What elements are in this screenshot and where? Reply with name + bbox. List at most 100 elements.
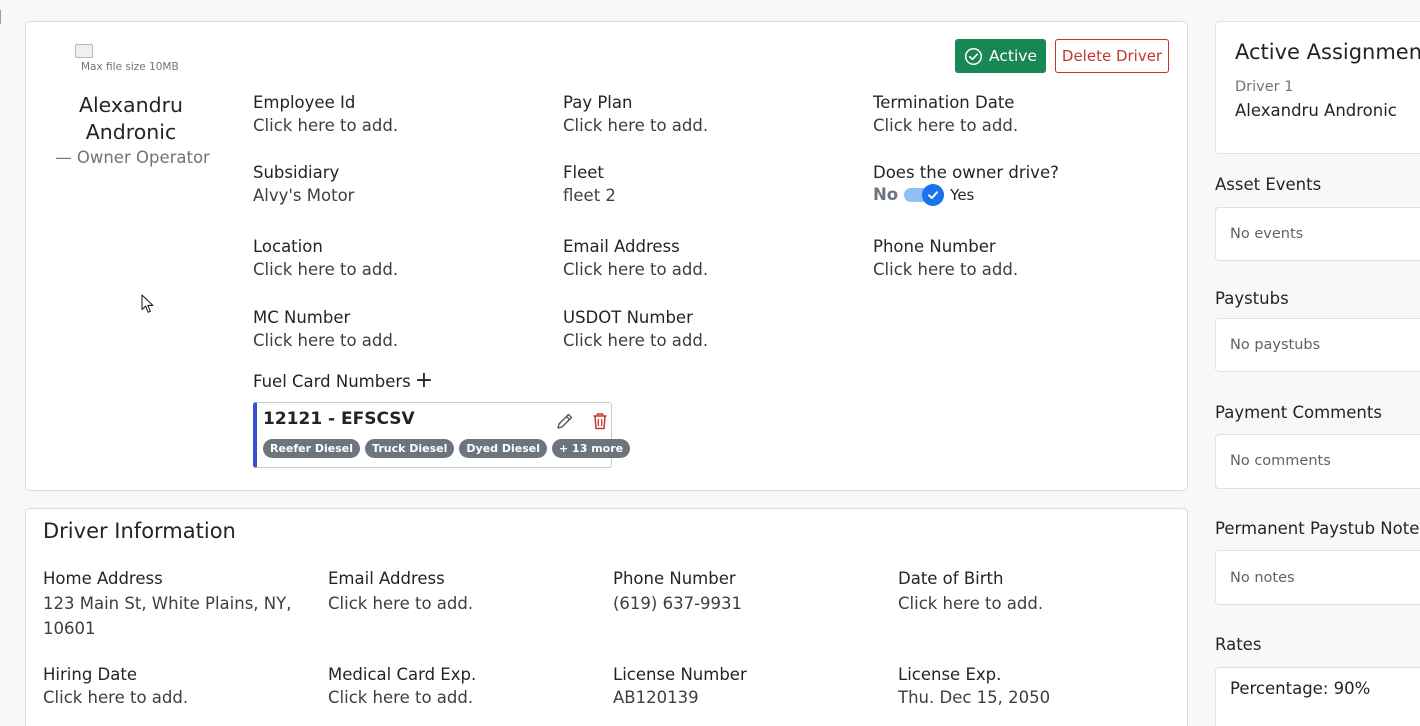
- mouse-pointer-icon: [141, 294, 154, 313]
- field-pay-plan: Pay Plan Click here to add.: [563, 91, 708, 137]
- owner-drive-toggle[interactable]: [904, 183, 945, 206]
- location-value[interactable]: Click here to add.: [253, 258, 398, 281]
- field-label: Medical Card Exp.: [328, 665, 477, 684]
- asset-events-card: No events: [1215, 207, 1420, 261]
- field-label: Location: [253, 237, 323, 256]
- field-label: USDOT Number: [563, 308, 693, 327]
- phone-value[interactable]: Click here to add.: [873, 258, 1018, 281]
- termination-date-value[interactable]: Click here to add.: [873, 114, 1018, 137]
- fuel-card-name: 12121 - EFSCSV: [263, 409, 415, 429]
- field-label: Date of Birth: [898, 569, 1004, 588]
- rates-title: Rates: [1215, 635, 1262, 654]
- field-label: MC Number: [253, 308, 351, 327]
- field-home-address: Home Address 123 Main St, White Plains, …: [43, 566, 291, 641]
- employee-id-value[interactable]: Click here to add.: [253, 114, 398, 137]
- home-address-value[interactable]: 123 Main St, White Plains, NY, 10601: [43, 591, 291, 641]
- medical-card-exp-value[interactable]: Click here to add.: [328, 686, 476, 709]
- rates-card: Percentage: 90%: [1215, 667, 1420, 726]
- owner-drive-toggle-row: No Yes: [873, 183, 975, 206]
- fuel-type-chips: Reefer Diesel Truck Diesel Dyed Diesel +…: [263, 439, 631, 458]
- active-assignments-title: Active Assignments: [1235, 40, 1420, 64]
- field-email: Email Address Click here to add.: [563, 235, 708, 281]
- field-employee-id: Employee Id Click here to add.: [253, 91, 398, 137]
- field-owner-drive: Does the owner drive?: [873, 161, 1059, 184]
- payment-comments-empty: No comments: [1230, 453, 1331, 469]
- date-of-birth-value[interactable]: Click here to add.: [898, 591, 1043, 616]
- field-driver-phone: Phone Number (619) 637-9931: [613, 566, 742, 616]
- driver-email-value[interactable]: Click here to add.: [328, 591, 473, 616]
- field-termination-date: Termination Date Click here to add.: [873, 91, 1018, 137]
- assignment-driver-name[interactable]: Alexandru Andronic: [1235, 101, 1397, 120]
- toggle-on-label: Yes: [950, 185, 975, 204]
- driver-first-name: Alexandru: [78, 93, 184, 117]
- field-label: Termination Date: [873, 93, 1015, 112]
- field-fleet: Fleet fleet 2: [563, 161, 616, 207]
- license-number-value[interactable]: AB120139: [613, 686, 747, 709]
- usdot-number-value[interactable]: Click here to add.: [563, 329, 708, 352]
- rate-percentage: Percentage: 90%: [1230, 679, 1370, 698]
- assignment-driver-label: Driver 1: [1235, 79, 1294, 95]
- field-label: Pay Plan: [563, 93, 633, 112]
- field-label: Email Address: [563, 237, 680, 256]
- asset-events-title: Asset Events: [1215, 175, 1322, 194]
- window-edge-marker: [0, 10, 1, 24]
- avatar[interactable]: Max file size 10MB: [75, 44, 195, 73]
- field-phone: Phone Number Click here to add.: [873, 235, 1018, 281]
- field-hiring-date: Hiring Date Click here to add.: [43, 663, 188, 709]
- payment-comments-card: No comments: [1215, 434, 1420, 489]
- driver-profile-card: Max file size 10MB Alexandru Andronic — …: [25, 21, 1188, 491]
- driver-last-name: Andronic: [85, 120, 177, 144]
- field-label: Home Address: [43, 569, 163, 588]
- add-fuel-card-icon[interactable]: +: [415, 370, 433, 392]
- field-label: Phone Number: [613, 569, 736, 588]
- fuel-chip: Reefer Diesel: [263, 439, 361, 458]
- mc-number-value[interactable]: Click here to add.: [253, 329, 398, 352]
- active-status-button[interactable]: Active: [955, 39, 1046, 73]
- field-label: Fleet: [563, 163, 604, 182]
- field-driver-email: Email Address Click here to add.: [328, 566, 473, 616]
- fuel-chip: Dyed Diesel: [459, 439, 548, 458]
- rate-percentage-label: Percentage:: [1230, 679, 1329, 698]
- license-exp-value[interactable]: Thu. Dec 15, 2050: [898, 686, 1050, 709]
- delete-driver-button[interactable]: Delete Driver: [1055, 39, 1169, 73]
- status-label: Active: [989, 47, 1037, 65]
- field-label: Employee Id: [253, 93, 356, 112]
- home-address-line1: 123 Main St, White Plains, NY,: [43, 594, 292, 613]
- active-assignments-card: Active Assignments Driver 1 Alexandru An…: [1215, 21, 1420, 154]
- pay-plan-value[interactable]: Click here to add.: [563, 114, 708, 137]
- check-icon: [928, 190, 939, 199]
- trash-icon[interactable]: [590, 411, 610, 431]
- paystubs-empty: No paystubs: [1230, 337, 1321, 353]
- fuel-chip: Truck Diesel: [365, 439, 455, 458]
- hiring-date-value[interactable]: Click here to add.: [43, 686, 188, 709]
- paystubs-title: Paystubs: [1215, 289, 1289, 308]
- field-usdot-number: USDOT Number Click here to add.: [563, 306, 708, 352]
- driver-information-card: Driver Information Home Address 123 Main…: [25, 508, 1188, 726]
- permanent-paystub-notes-title: Permanent Paystub Notes: [1215, 519, 1420, 538]
- field-label: Hiring Date: [43, 665, 137, 684]
- field-label: Email Address: [328, 569, 445, 588]
- fleet-value[interactable]: fleet 2: [563, 184, 616, 207]
- avatar-max-size-text: Max file size 10MB: [81, 61, 179, 73]
- edit-pencil-icon[interactable]: [555, 411, 575, 431]
- fuel-card-item[interactable]: 12121 - EFSCSV Reefer Diesel Truck Diese…: [253, 402, 631, 468]
- paystub-notes-empty: No notes: [1230, 570, 1295, 586]
- section-title: Driver Information: [43, 519, 236, 543]
- asset-events-empty: No events: [1230, 226, 1304, 242]
- fuel-card-numbers-title: Fuel Card Numbers: [253, 371, 411, 391]
- paystub-notes-card: No notes: [1215, 550, 1420, 605]
- subsidiary-value[interactable]: Alvy's Motor: [253, 184, 354, 207]
- field-label: License Number: [613, 665, 747, 684]
- field-medical-card-exp: Medical Card Exp. Click here to add.: [328, 663, 476, 709]
- field-label: Does the owner drive?: [873, 163, 1059, 182]
- check-circle-icon: [964, 47, 983, 65]
- right-sidebar: Active Assignments Driver 1 Alexandru An…: [1215, 0, 1420, 726]
- rate-percentage-value: 90%: [1333, 679, 1371, 698]
- driver-phone-value[interactable]: (619) 637-9931: [613, 591, 742, 616]
- field-subsidiary: Subsidiary Alvy's Motor: [253, 161, 354, 207]
- field-location: Location Click here to add.: [253, 235, 398, 281]
- email-value[interactable]: Click here to add.: [563, 258, 708, 281]
- field-date-of-birth: Date of Birth Click here to add.: [898, 566, 1043, 616]
- more-fuel-chip[interactable]: + 13 more: [552, 439, 631, 458]
- field-label: Subsidiary: [253, 163, 340, 182]
